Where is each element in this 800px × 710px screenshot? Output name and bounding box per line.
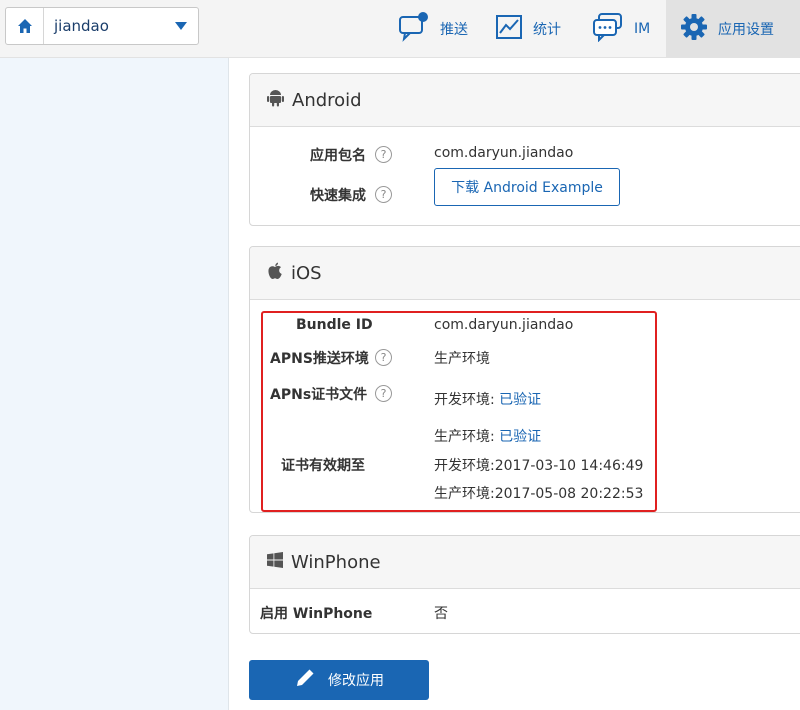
chat-bubble-icon: [398, 11, 430, 46]
winphone-panel: WinPhone 启用 WinPhone 否: [249, 535, 800, 634]
highlight-box: [261, 311, 657, 512]
messages-icon: [592, 12, 624, 46]
android-panel-header: Android: [250, 74, 800, 127]
nav-push-label: 推送: [440, 21, 468, 38]
sidebar: [0, 58, 229, 710]
app-selector[interactable]: jiandao: [5, 7, 199, 45]
nav-settings-label: 应用设置: [718, 21, 774, 38]
line-chart-icon: [495, 14, 523, 44]
enable-winphone-value: 否: [434, 606, 448, 622]
apple-icon: [267, 262, 283, 284]
android-panel: Android 应用包名 ? com.daryun.jiandao 快速集成 ?…: [249, 73, 800, 226]
home-icon[interactable]: [6, 8, 44, 44]
package-name-label: 应用包名: [310, 148, 366, 164]
chevron-down-icon[interactable]: [175, 22, 187, 30]
windows-icon: [267, 552, 283, 572]
android-title: Android: [292, 89, 362, 111]
enable-winphone-label: 启用 WinPhone: [260, 606, 373, 622]
nav-settings[interactable]: 应用设置: [666, 0, 800, 57]
help-icon[interactable]: ?: [375, 186, 392, 203]
winphone-title: WinPhone: [291, 551, 381, 573]
app-name: jiandao: [54, 17, 109, 35]
quick-integrate-label: 快速集成: [310, 188, 366, 204]
ios-title: iOS: [291, 262, 322, 284]
top-bar: jiandao 推送 统计 IM 应用设置: [0, 0, 800, 58]
download-android-example-button[interactable]: 下载 Android Example: [434, 168, 620, 206]
nav-push[interactable]: 推送: [398, 0, 468, 57]
edit-app-button[interactable]: 修改应用: [249, 660, 429, 700]
nav-im-label: IM: [634, 20, 651, 37]
pencil-icon: [294, 667, 316, 693]
android-icon: [267, 89, 284, 111]
nav-im[interactable]: IM: [592, 0, 650, 57]
winphone-panel-header: WinPhone: [250, 536, 800, 589]
nav-stats[interactable]: 统计: [495, 0, 561, 57]
edit-app-label: 修改应用: [328, 673, 384, 689]
nav-stats-label: 统计: [533, 21, 561, 38]
gear-icon: [680, 13, 708, 45]
package-name-value: com.daryun.jiandao: [434, 145, 574, 161]
ios-panel-header: iOS: [250, 247, 800, 300]
help-icon[interactable]: ?: [375, 146, 392, 163]
